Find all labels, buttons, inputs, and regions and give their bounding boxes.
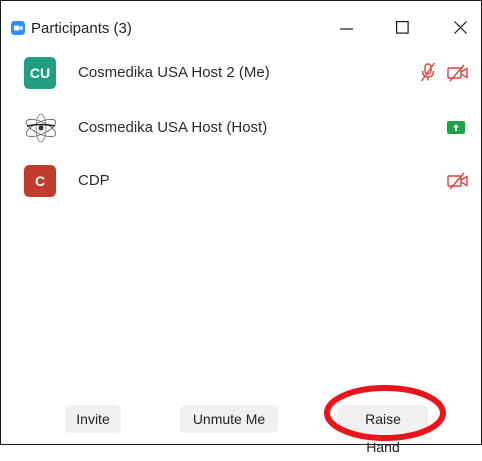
invite-button[interactable]: Invite <box>65 405 121 433</box>
minimize-button[interactable] <box>327 11 367 41</box>
maximize-icon <box>396 21 409 34</box>
avatar: CU <box>24 57 56 89</box>
participant-name: Cosmedika USA Host (Host) <box>78 119 268 136</box>
participant-row[interactable]: C CDP <box>1 154 481 206</box>
unmute-me-button[interactable]: Unmute Me <box>180 405 278 433</box>
participant-name: CDP <box>78 172 110 189</box>
participant-row[interactable]: Cosmedika USA Host (Host) <box>1 101 481 153</box>
maximize-button[interactable] <box>383 11 423 41</box>
participants-window: Participants (3) CU Cosmedika USA Host 2… <box>0 0 482 455</box>
close-button[interactable] <box>441 11 481 41</box>
participant-name: Cosmedika USA Host 2 (Me) <box>78 64 270 81</box>
zoom-camera-icon <box>11 21 25 35</box>
minimize-icon <box>340 28 353 30</box>
window-title: Participants (3) <box>31 20 132 37</box>
muted-microphone-icon[interactable] <box>420 62 436 87</box>
title-bar[interactable]: Participants (3) <box>1 1 481 41</box>
avatar: C <box>24 165 56 197</box>
logo-image-avatar <box>23 112 59 144</box>
participant-row[interactable]: CU Cosmedika USA Host 2 (Me) <box>1 46 481 98</box>
video-off-icon[interactable] <box>447 64 469 87</box>
video-off-icon[interactable] <box>447 172 469 195</box>
close-icon <box>454 21 467 34</box>
screen-share-icon[interactable] <box>447 121 465 139</box>
raise-hand-button[interactable]: Raise Hand <box>338 405 428 455</box>
